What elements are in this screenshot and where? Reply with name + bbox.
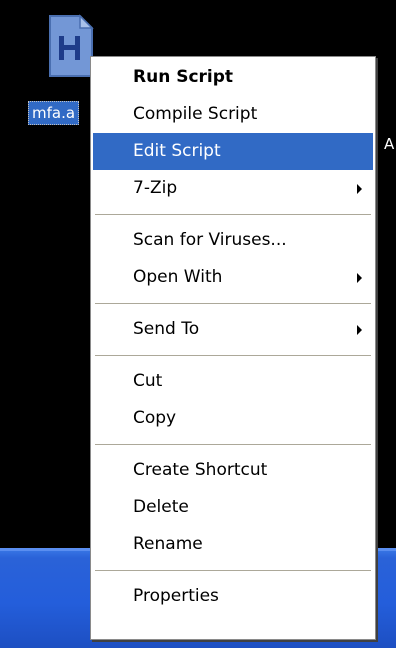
menu-item-delete[interactable]: Delete — [93, 489, 373, 526]
partially-hidden-text: A — [384, 135, 395, 153]
menu-item-send-to-label: Send To — [133, 319, 200, 339]
menu-item-open-with[interactable]: Open With — [93, 259, 373, 296]
menu-item-7zip-label: 7-Zip — [133, 178, 178, 198]
menu-separator — [95, 444, 371, 445]
menu-item-run-script[interactable]: Run Script — [93, 59, 373, 96]
submenu-arrow-icon — [357, 273, 362, 283]
menu-item-7zip[interactable]: 7-Zip — [93, 170, 373, 207]
menu-separator — [95, 355, 371, 356]
menu-item-create-shortcut[interactable]: Create Shortcut — [93, 452, 373, 489]
menu-item-rename[interactable]: Rename — [93, 526, 373, 563]
menu-item-cut[interactable]: Cut — [93, 363, 373, 400]
autohotkey-file-icon — [49, 14, 94, 77]
menu-item-properties[interactable]: Properties — [93, 578, 373, 615]
menu-item-compile-script[interactable]: Compile Script — [93, 96, 373, 133]
menu-separator — [95, 214, 371, 215]
context-menu: Run Script Compile Script Edit Script 7-… — [90, 56, 376, 640]
menu-item-edit-script[interactable]: Edit Script — [93, 133, 373, 170]
menu-item-send-to[interactable]: Send To — [93, 311, 373, 348]
menu-separator — [95, 303, 371, 304]
menu-item-scan-viruses[interactable]: Scan for Viruses... — [93, 222, 373, 259]
desktop-icon-label: mfa.a — [28, 101, 80, 125]
menu-item-open-with-label: Open With — [133, 267, 223, 287]
menu-separator — [95, 570, 371, 571]
submenu-arrow-icon — [357, 184, 362, 194]
menu-item-copy[interactable]: Copy — [93, 400, 373, 437]
submenu-arrow-icon — [357, 325, 362, 335]
